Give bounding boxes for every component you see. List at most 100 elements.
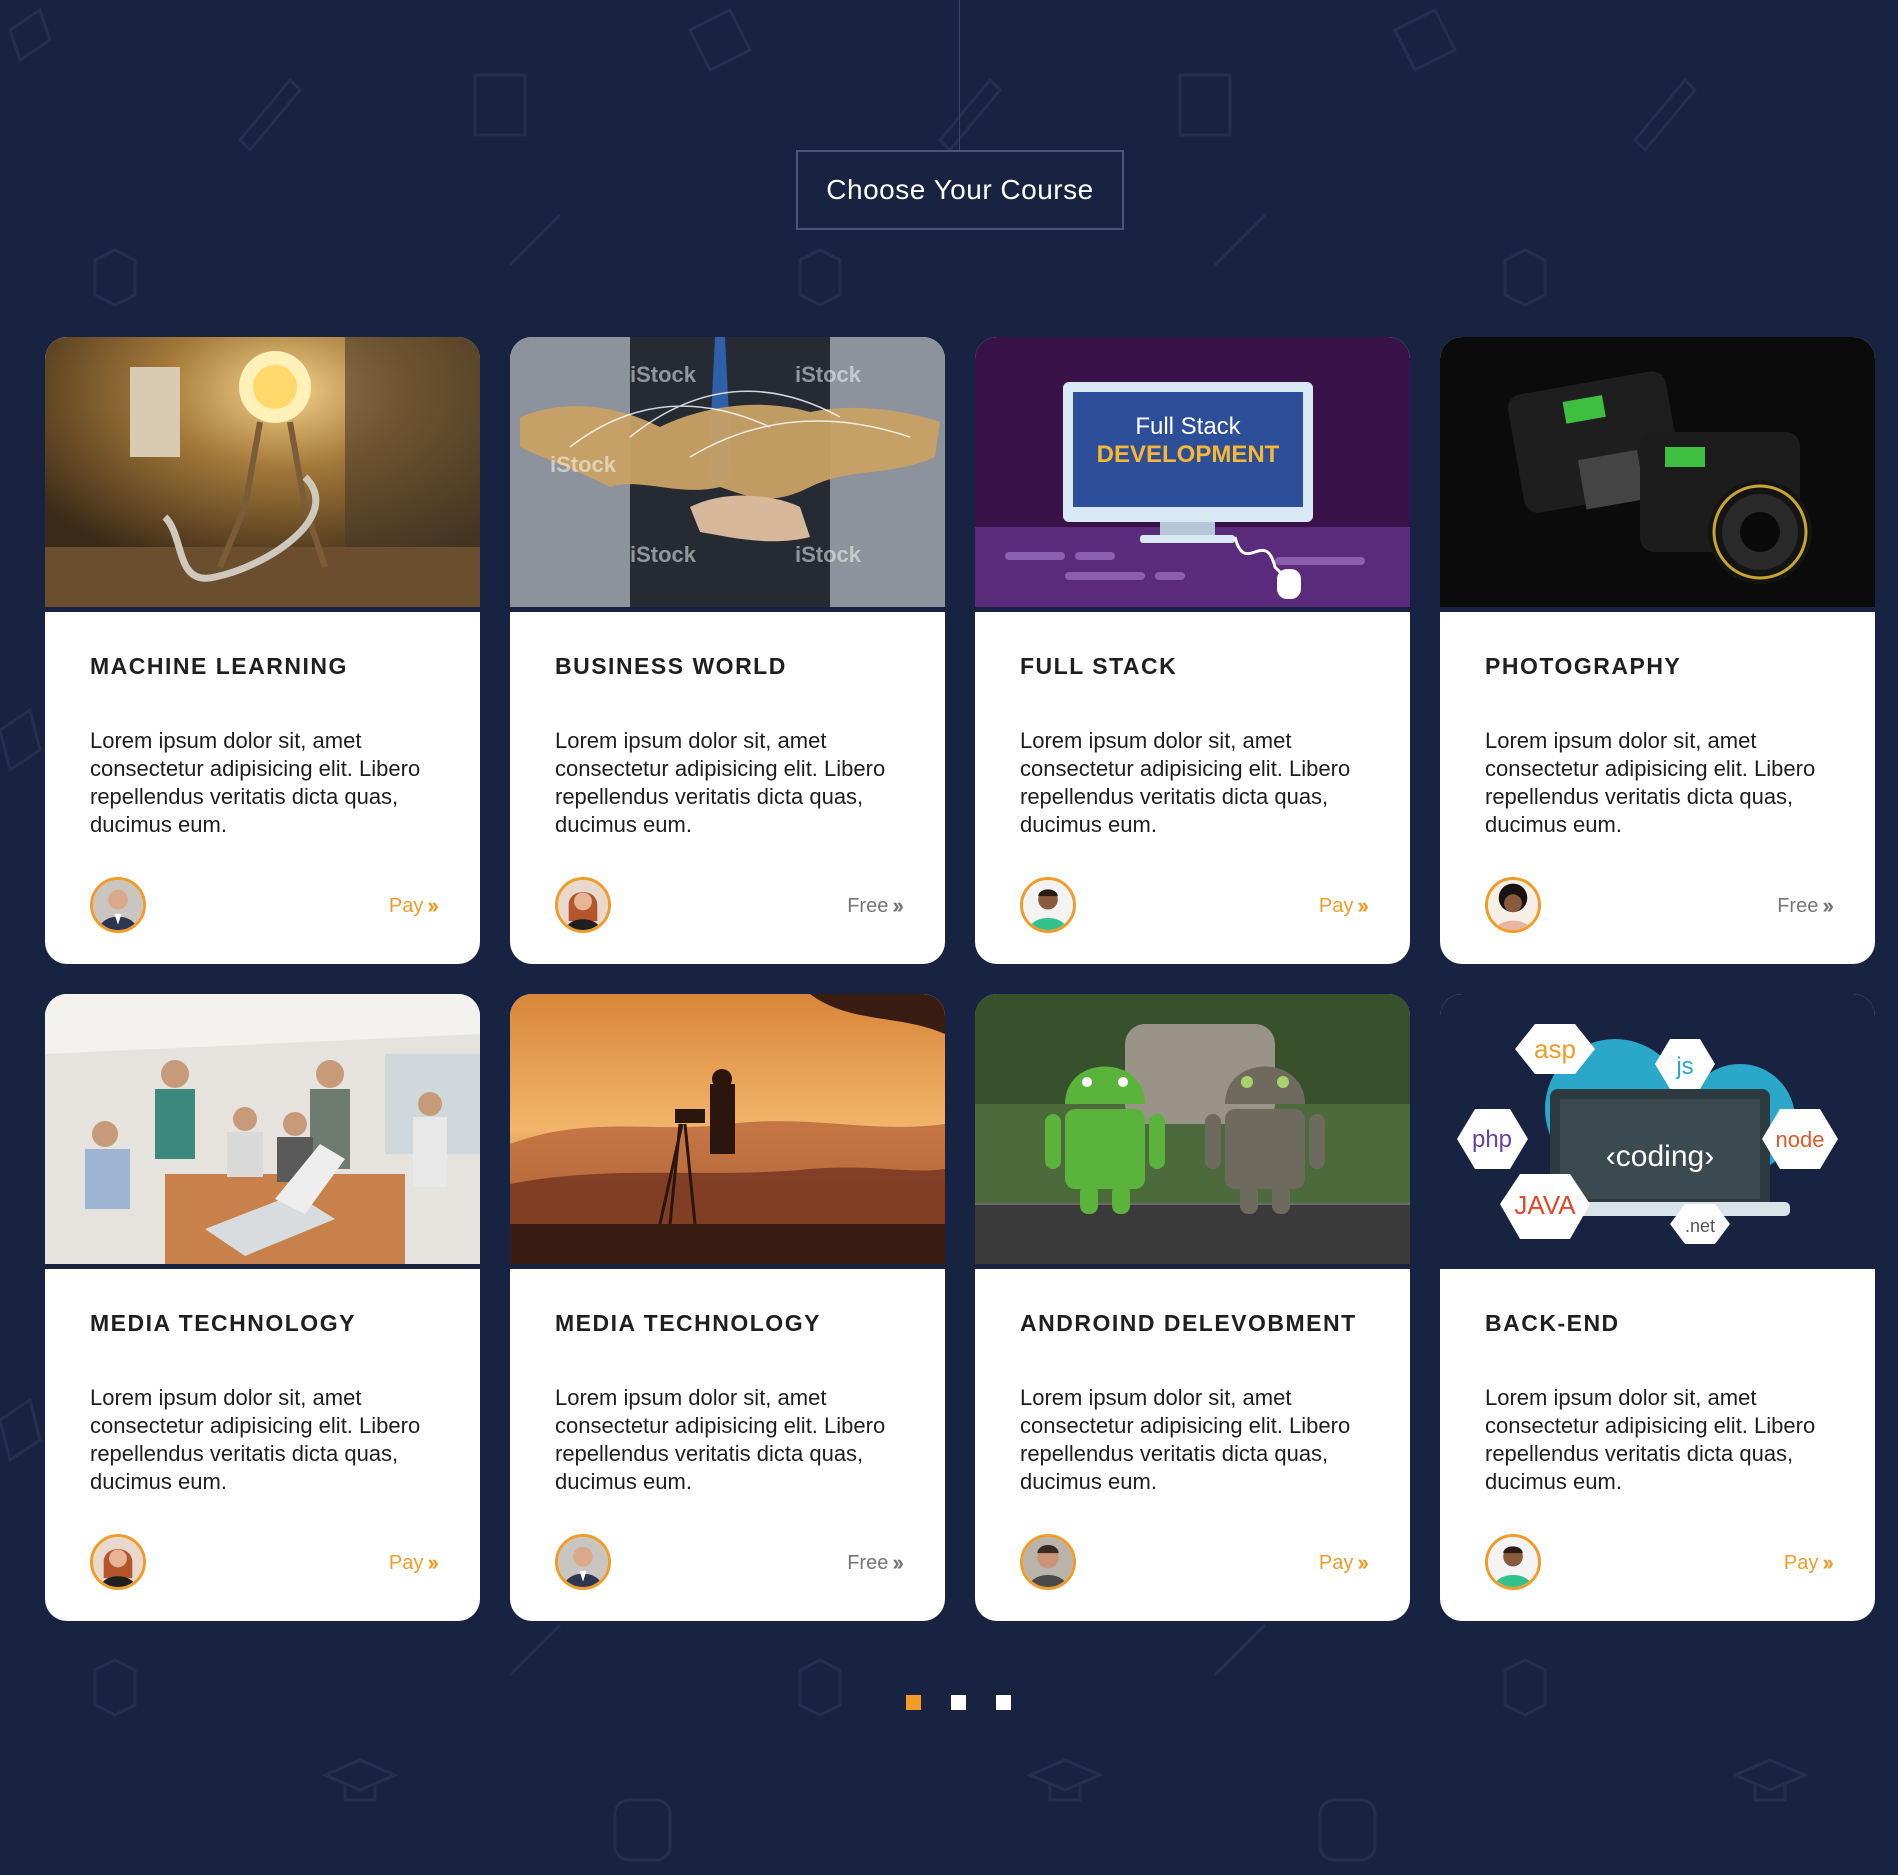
pagination-dot-1[interactable] bbox=[906, 1695, 921, 1710]
svg-text:iStock: iStock bbox=[795, 362, 862, 387]
course-image-sunset-photographer bbox=[510, 994, 945, 1264]
course-description: Lorem ipsum dolor sit, amet consectetur … bbox=[555, 728, 886, 837]
svg-text:iStock: iStock bbox=[630, 542, 697, 567]
chevron-double-right-icon: ›› bbox=[1357, 1550, 1369, 1575]
course-card[interactable]: iStock iStock iStock iStock iStock BUSIN… bbox=[510, 337, 945, 964]
price-label: Pay bbox=[388, 894, 424, 917]
cube-icon bbox=[93, 1658, 137, 1717]
course-image-cameras bbox=[1440, 337, 1875, 607]
backpack-icon bbox=[613, 1798, 672, 1862]
graduation-cap-icon bbox=[321, 1758, 399, 1802]
course-title: MACHINE LEARNING bbox=[90, 653, 348, 679]
cube-icon bbox=[798, 248, 842, 307]
pagination-dot-3[interactable] bbox=[996, 1695, 1011, 1710]
pagination-dots bbox=[906, 1695, 1011, 1710]
instructor-avatar[interactable] bbox=[555, 877, 611, 933]
ruler-icon bbox=[937, 77, 1003, 153]
chevron-double-right-icon: ›› bbox=[892, 893, 904, 918]
cube-icon bbox=[93, 248, 137, 307]
image-divider bbox=[975, 607, 1410, 612]
book-icon bbox=[687, 7, 753, 73]
price-label: Pay bbox=[1318, 1551, 1354, 1574]
price-link[interactable]: Free ›› bbox=[1777, 893, 1834, 919]
course-image-light-bulb bbox=[45, 337, 480, 607]
price-link[interactable]: Pay ›› bbox=[388, 893, 439, 919]
cube-icon bbox=[798, 1658, 842, 1717]
course-card[interactable]: ANDROIND DELEVOBMENT Lorem ipsum dolor s… bbox=[975, 994, 1410, 1621]
svg-text:asp: asp bbox=[1534, 1034, 1576, 1064]
book-icon bbox=[0, 707, 42, 773]
course-description: Lorem ipsum dolor sit, amet consectetur … bbox=[1020, 728, 1351, 837]
instructor-avatar[interactable] bbox=[90, 1534, 146, 1590]
course-card[interactable]: ‹coding› asp js php node JAVA .net BACK-… bbox=[1440, 994, 1875, 1621]
image-divider bbox=[1440, 1264, 1875, 1269]
course-title: FULL STACK bbox=[1020, 653, 1178, 679]
price-link[interactable]: Free ›› bbox=[847, 893, 904, 919]
price-link[interactable]: Pay ›› bbox=[1783, 1550, 1834, 1576]
course-title: MEDIA TECHNOLOGY bbox=[555, 1310, 821, 1336]
course-description: Lorem ipsum dolor sit, amet consectetur … bbox=[1485, 728, 1816, 837]
instructor-avatar[interactable] bbox=[90, 877, 146, 933]
book-icon bbox=[1392, 7, 1458, 73]
instructor-avatar[interactable] bbox=[1485, 1534, 1541, 1590]
pagination-dot-2[interactable] bbox=[951, 1695, 966, 1710]
price-link[interactable]: Free ›› bbox=[847, 1550, 904, 1576]
image-divider bbox=[975, 1264, 1410, 1269]
pencil-icon bbox=[1213, 213, 1267, 267]
instructor-avatar[interactable] bbox=[555, 1534, 611, 1590]
course-image-team-laptops bbox=[45, 994, 480, 1264]
ruler-icon bbox=[237, 77, 303, 153]
course-title: MEDIA TECHNOLOGY bbox=[90, 1310, 356, 1336]
chevron-double-right-icon: ›› bbox=[1822, 1550, 1834, 1575]
course-title: BUSINESS WORLD bbox=[555, 653, 787, 679]
svg-text:.net: .net bbox=[1685, 1216, 1715, 1236]
instructor-avatar[interactable] bbox=[1020, 1534, 1076, 1590]
course-card[interactable]: MACHINE LEARNING Lorem ipsum dolor sit, … bbox=[45, 337, 480, 964]
pencil-icon bbox=[508, 1623, 562, 1677]
course-card[interactable]: PHOTOGRAPHY Lorem ipsum dolor sit, amet … bbox=[1440, 337, 1875, 964]
price-label: Free bbox=[1777, 894, 1819, 917]
svg-text:iStock: iStock bbox=[630, 362, 697, 387]
svg-text:Full Stack: Full Stack bbox=[1135, 413, 1241, 440]
box-icon bbox=[473, 73, 527, 137]
course-title: PHOTOGRAPHY bbox=[1485, 653, 1682, 679]
course-image-world-map-business: iStock iStock iStock iStock iStock bbox=[510, 337, 945, 607]
instructor-avatar[interactable] bbox=[1020, 877, 1076, 933]
svg-text:php: php bbox=[1472, 1126, 1512, 1153]
course-grid: MACHINE LEARNING Lorem ipsum dolor sit, … bbox=[45, 337, 1875, 1621]
course-card[interactable]: MEDIA TECHNOLOGY Lorem ipsum dolor sit, … bbox=[510, 994, 945, 1621]
image-divider bbox=[510, 1264, 945, 1269]
course-description: Lorem ipsum dolor sit, amet consectetur … bbox=[90, 1385, 421, 1494]
cube-icon bbox=[1503, 1658, 1547, 1717]
course-description: Lorem ipsum dolor sit, amet consectetur … bbox=[90, 728, 421, 837]
course-card[interactable]: Full Stack DEVELOPMENT FULL STACK Lorem … bbox=[975, 337, 1410, 964]
price-link[interactable]: Pay ›› bbox=[1318, 1550, 1369, 1576]
course-description: Lorem ipsum dolor sit, amet consectetur … bbox=[1485, 1385, 1816, 1494]
course-card[interactable]: MEDIA TECHNOLOGY Lorem ipsum dolor sit, … bbox=[45, 994, 480, 1621]
svg-text:iStock: iStock bbox=[795, 542, 862, 567]
course-image-full-stack-monitor: Full Stack DEVELOPMENT bbox=[975, 337, 1410, 607]
price-link[interactable]: Pay ›› bbox=[1318, 893, 1369, 919]
price-label: Pay bbox=[1783, 1551, 1819, 1574]
header-divider-line bbox=[959, 0, 960, 150]
pencil-icon bbox=[508, 213, 562, 267]
svg-text:iStock: iStock bbox=[550, 452, 617, 477]
graduation-cap-icon bbox=[1731, 1758, 1809, 1802]
course-description: Lorem ipsum dolor sit, amet consectetur … bbox=[555, 1385, 886, 1494]
instructor-avatar[interactable] bbox=[1485, 877, 1541, 933]
price-label: Pay bbox=[388, 1551, 424, 1574]
image-divider bbox=[45, 1264, 480, 1269]
price-label: Pay bbox=[1318, 894, 1354, 917]
price-link[interactable]: Pay ›› bbox=[388, 1550, 439, 1576]
chevron-double-right-icon: ›› bbox=[1822, 893, 1834, 918]
section-title: Choose Your Course bbox=[796, 150, 1124, 230]
svg-text:JAVA: JAVA bbox=[1514, 1190, 1576, 1220]
book-icon bbox=[8, 7, 52, 63]
course-description: Lorem ipsum dolor sit, amet consectetur … bbox=[1020, 1385, 1351, 1494]
book-icon bbox=[0, 1397, 42, 1463]
course-title: BACK-END bbox=[1485, 1310, 1620, 1336]
svg-text:node: node bbox=[1776, 1127, 1825, 1152]
image-divider bbox=[1440, 607, 1875, 612]
chevron-double-right-icon: ›› bbox=[1357, 893, 1369, 918]
image-divider bbox=[510, 607, 945, 612]
